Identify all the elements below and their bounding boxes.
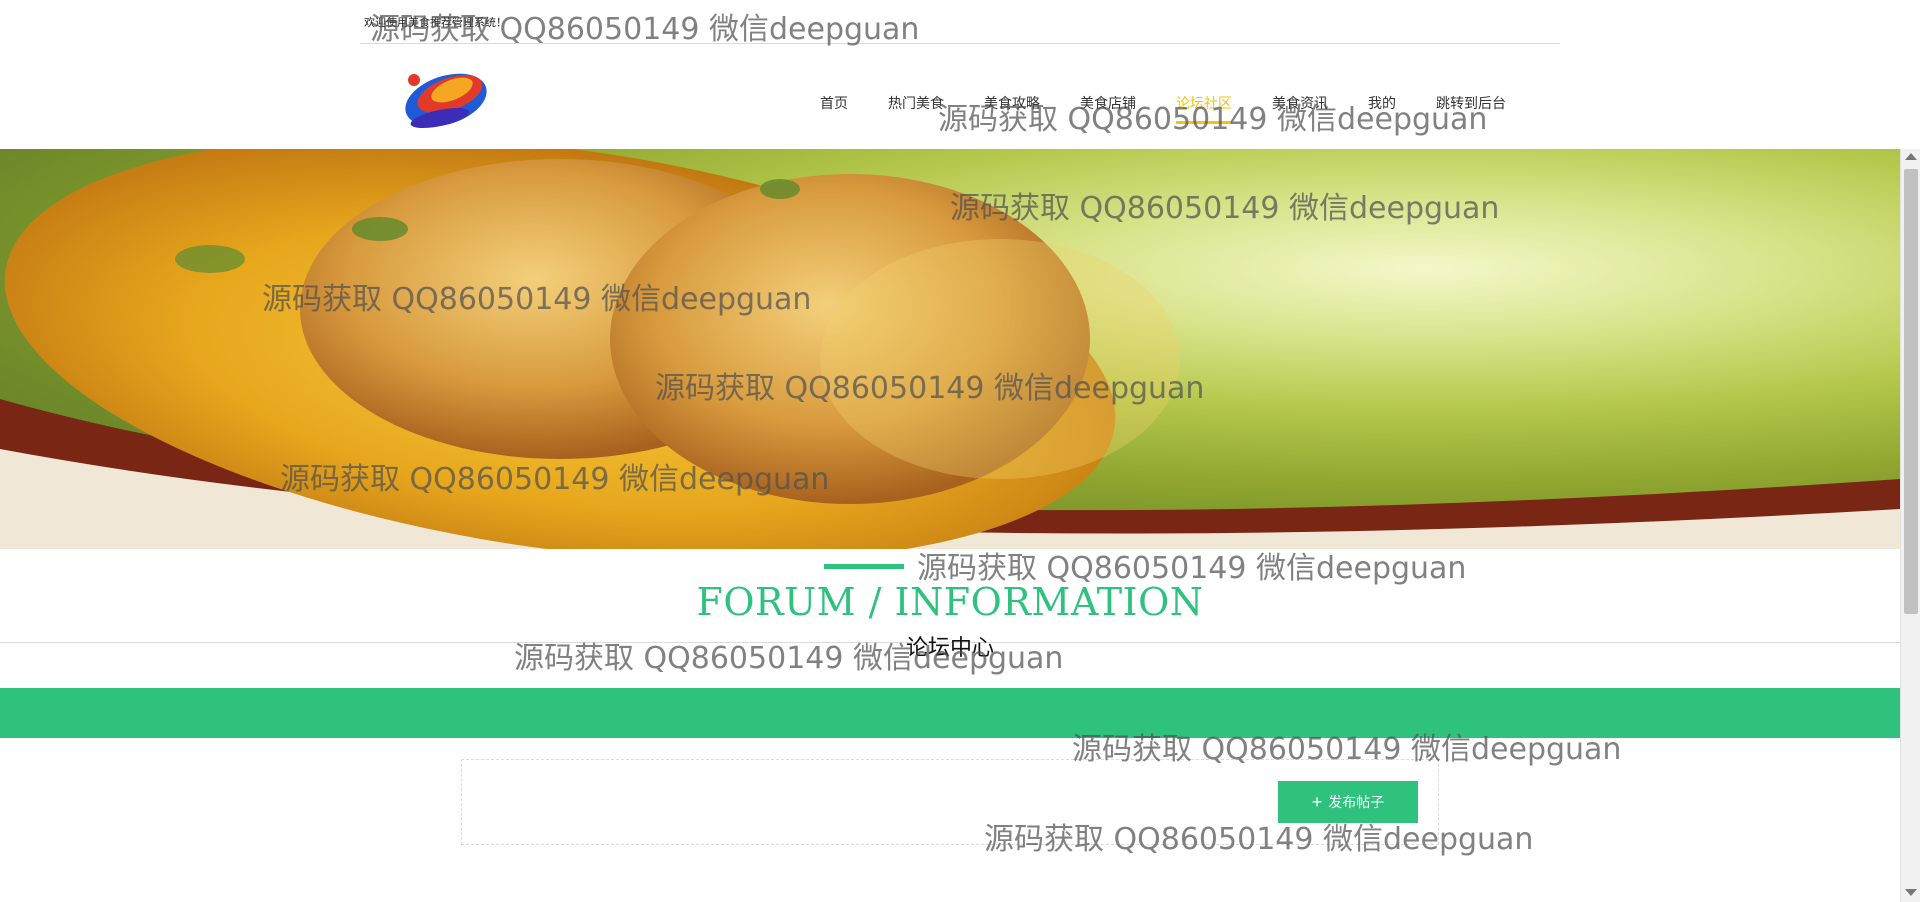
scroll-thumb[interactable] [1904, 169, 1918, 614]
nav-food-store[interactable]: 美食店铺 [1060, 92, 1156, 126]
page-scrollbar[interactable] [1900, 149, 1920, 902]
nav-forum-label: 论坛社区 [1176, 96, 1232, 112]
section-title-cn: 论坛中心 [905, 636, 994, 661]
nav-forum[interactable]: 论坛社区 [1156, 92, 1252, 126]
section-title-en: FORUM / INFORMATION [696, 580, 1204, 624]
nav-home-label: 首页 [820, 96, 848, 112]
nav-food-news[interactable]: 美食资讯 [1252, 92, 1348, 126]
nav-hot-food-label: 热门美食 [888, 96, 944, 112]
nav-mine-label: 我的 [1368, 96, 1396, 112]
nav-hot-food[interactable]: 热门美食 [868, 92, 964, 126]
welcome-text: 欢迎使用美食推荐管理系统！ [364, 16, 507, 29]
main-nav: 首页 热门美食 美食攻略 美食店铺 论坛社区 美食资讯 我的 跳转到后台 [800, 92, 1526, 126]
scroll-up-icon[interactable] [1905, 153, 1917, 160]
nav-food-guide-label: 美食攻略 [984, 96, 1040, 112]
brand-logo[interactable] [400, 60, 492, 136]
publish-post-button[interactable]: + 发布帖子 [1278, 781, 1418, 823]
nav-mine[interactable]: 我的 [1348, 92, 1416, 126]
green-band [0, 688, 1900, 738]
nav-food-store-label: 美食店铺 [1080, 96, 1136, 112]
banner-food-image [0, 149, 1900, 549]
nav-food-guide[interactable]: 美食攻略 [964, 92, 1060, 126]
nav-home[interactable]: 首页 [800, 92, 868, 126]
nav-admin-label: 跳转到后台 [1436, 96, 1506, 112]
nav-admin[interactable]: 跳转到后台 [1416, 92, 1526, 126]
title-accent-line [824, 564, 904, 569]
nav-food-news-label: 美食资讯 [1272, 96, 1328, 112]
plus-icon: + [1311, 792, 1323, 812]
top-bar: 欢迎使用美食推荐管理系统！ [360, 0, 1560, 44]
publish-post-label: 发布帖子 [1328, 794, 1385, 810]
hero-banner [0, 149, 1900, 549]
logo-icon [405, 73, 487, 129]
scroll-down-icon[interactable] [1905, 889, 1917, 896]
